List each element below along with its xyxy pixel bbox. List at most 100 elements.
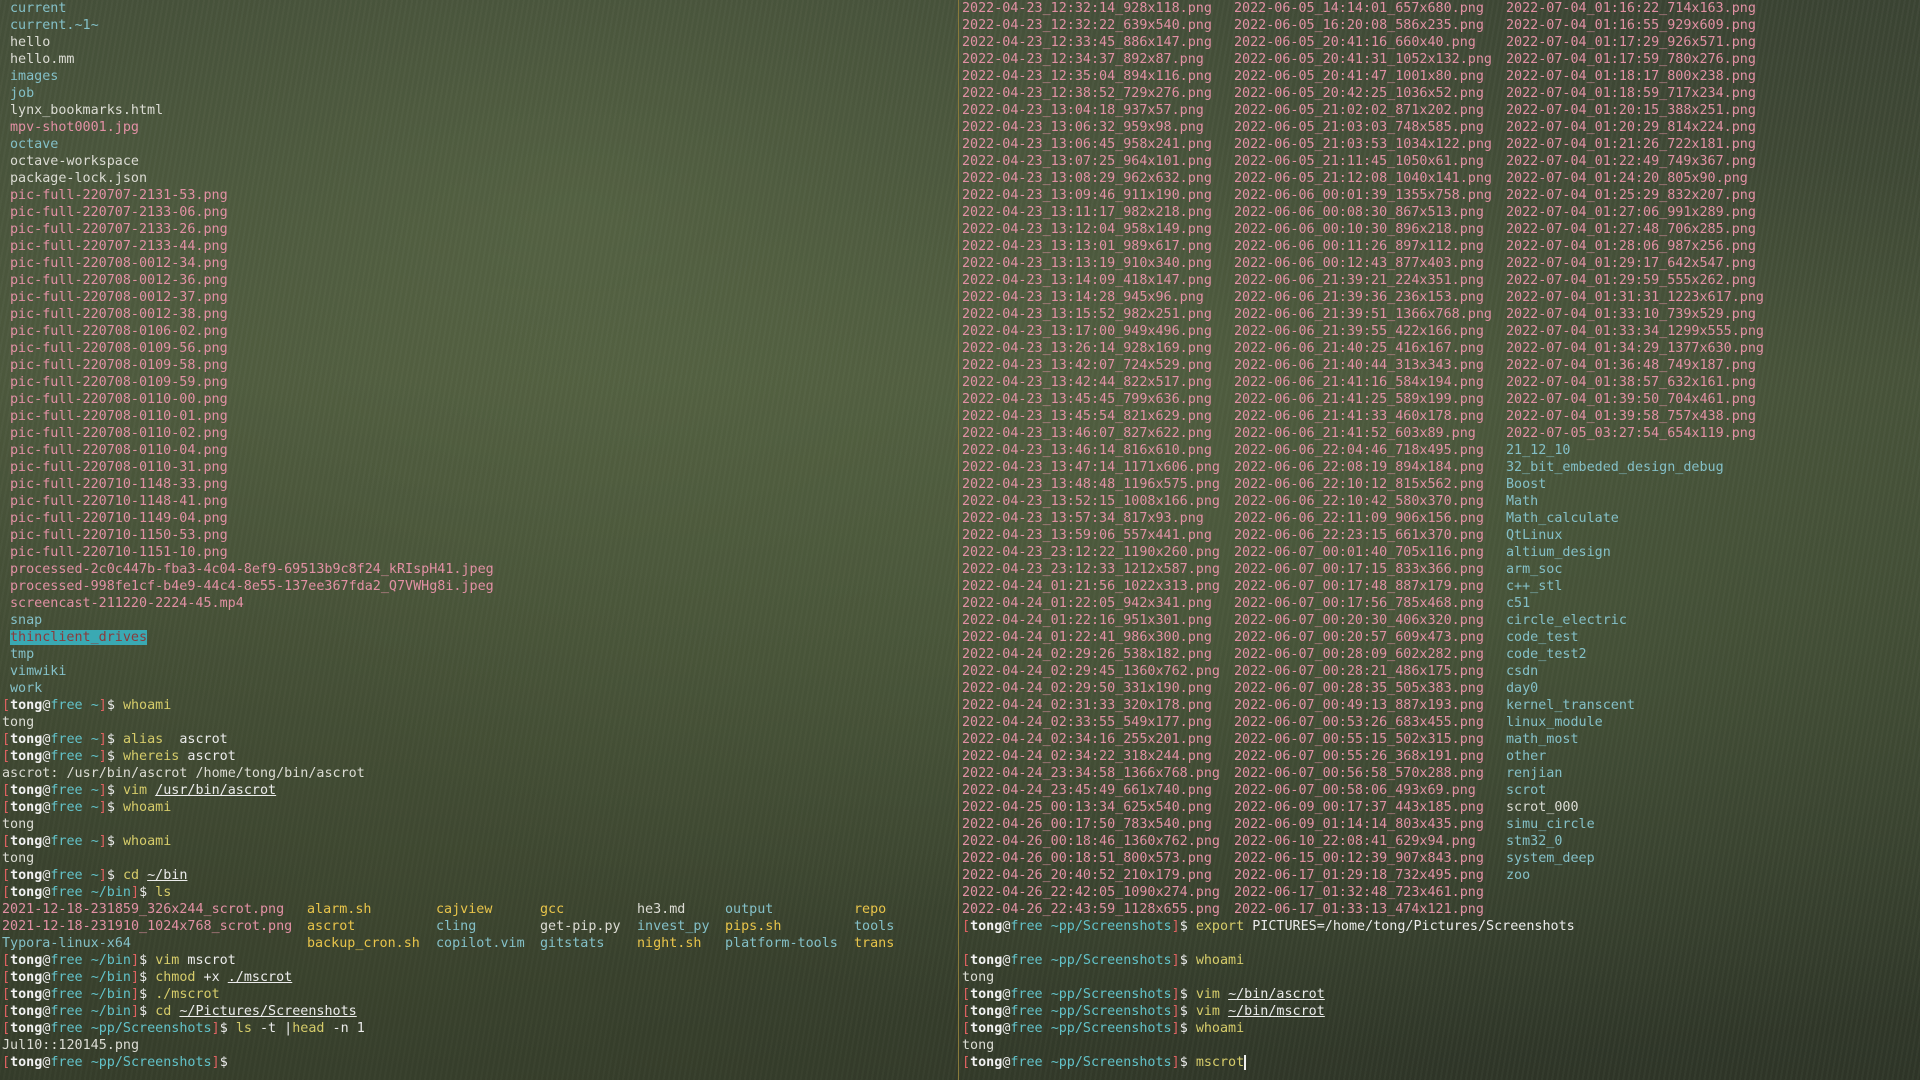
list-item: 2022-07-04_01:27:06_991x289.png bbox=[1506, 204, 1778, 221]
command-token: cd bbox=[122, 868, 140, 883]
command-token: chmod bbox=[155, 970, 196, 985]
prompt-open-bracket: [ bbox=[2, 732, 11, 747]
prompt-host: free bbox=[50, 987, 83, 1002]
prompt-close-bracket: ] bbox=[98, 783, 107, 798]
list-item: 2022-06-06_22:04:46_718x495.png bbox=[1234, 442, 1506, 459]
list-item: pic-full-220710-1149-04.png bbox=[2, 510, 957, 527]
list-item: 2022-07-04_01:33:34_1299x555.png bbox=[1506, 323, 1778, 340]
left-terminal-pane[interactable]: current current.~1~ hello hello.mm images job… bbox=[0, 0, 957, 1080]
command-token: whoami bbox=[122, 698, 172, 713]
list-item: current bbox=[2, 0, 957, 17]
list-item: 2022-04-26_00:17:50_783x540.png bbox=[962, 816, 1234, 833]
list-item: 2022-04-23_12:32:22_639x540.png bbox=[962, 17, 1234, 34]
file-entry: pic-full-220710-1150-53.png bbox=[10, 528, 228, 543]
list-item: mpv-shot0001.jpg bbox=[2, 119, 957, 136]
list-item: 2022-07-04_01:20:15_388x251.png bbox=[1506, 102, 1778, 119]
file-entry: 2022-07-04_01:36:48_749x187.png bbox=[1506, 358, 1756, 373]
file-entry: 2022-04-26_22:43:59_1128x655.png bbox=[962, 902, 1220, 917]
file-entry: 2022-07-04_01:31:31_1223x617.png bbox=[1506, 290, 1764, 305]
file-entry: code_test2 bbox=[1506, 647, 1587, 662]
file-entry: backup_cron.sh bbox=[307, 936, 420, 951]
right-terminal-pane[interactable]: 2022-04-23_12:32:14_928x118.png 2022-04-2… bbox=[958, 0, 1920, 1080]
left-shell-session-1: [tong@free ~]$ whoami tong [tong@free ~]$ … bbox=[2, 697, 957, 901]
file-entry: current bbox=[10, 1, 67, 16]
list-item: 2022-06-05_21:02:02_871x202.png bbox=[1234, 102, 1506, 119]
file-entry: 2022-04-26_20:40:52_210x179.png bbox=[962, 868, 1212, 883]
file-entry: cajview bbox=[436, 902, 493, 917]
command-token: ls bbox=[235, 1021, 252, 1036]
list-item: 2022-07-04_01:17:59_780x276.png bbox=[1506, 51, 1778, 68]
file-entry: 2022-06-09_01:14:14_803x435.png bbox=[1234, 817, 1484, 832]
command-token: mscrot bbox=[179, 953, 236, 968]
list-item: octave bbox=[2, 136, 957, 153]
file-entry: lynx_bookmarks.html bbox=[10, 103, 164, 118]
list-item: 2022-07-04_01:22:49_749x367.png bbox=[1506, 153, 1778, 170]
list-item: 2022-06-06_22:08:19_894x184.png bbox=[1234, 459, 1506, 476]
command-token: +x bbox=[195, 970, 228, 985]
command-output: tong bbox=[2, 715, 35, 730]
list-item: 2022-04-23_12:32:14_928x118.png bbox=[962, 0, 1234, 17]
prompt-dollar: $ bbox=[106, 698, 123, 713]
file-entry: 2022-04-24_23:45:49_661x740.png bbox=[962, 783, 1212, 798]
list-item: Math bbox=[1506, 493, 1778, 510]
command-token: ls bbox=[155, 885, 172, 900]
command-token: ~/bin/ascrot bbox=[1228, 987, 1325, 1002]
file-entry: 2022-06-07_00:55:26_368x191.png bbox=[1234, 749, 1484, 764]
list-item: 2022-04-26_00:18:51_800x573.png bbox=[962, 850, 1234, 867]
file-entry: 2022-04-23_13:13:01_989x617.png bbox=[962, 239, 1212, 254]
list-item: 2022-04-23_13:04:18_937x57.png bbox=[962, 102, 1234, 119]
file-entry: 2022-06-06_22:11:09_906x156.png bbox=[1234, 511, 1484, 526]
file-entry: invest_py bbox=[637, 919, 710, 934]
prompt-user: tong bbox=[10, 953, 43, 968]
file-entry: pic-full-220710-1148-41.png bbox=[10, 494, 228, 509]
file-entry: 2022-07-04_01:20:15_388x251.png bbox=[1506, 103, 1756, 118]
file-entry: 2022-06-07_00:28:21_486x175.png bbox=[1234, 664, 1484, 679]
list-item: 2022-06-07_00:28:21_486x175.png bbox=[1234, 663, 1506, 680]
list-item: scrot bbox=[1506, 782, 1778, 799]
list-item: QtLinux bbox=[1506, 527, 1778, 544]
file-entry: 2022-04-23_12:32:22_639x540.png bbox=[962, 18, 1212, 33]
file-entry: snap bbox=[10, 613, 43, 628]
list-item: zoo bbox=[1506, 867, 1778, 884]
list-item: 2022-04-23_13:57:34_817x93.png bbox=[962, 510, 1234, 527]
list-item: 2022-04-26_00:18:46_1360x762.png bbox=[962, 833, 1234, 850]
file-entry: hello bbox=[10, 35, 51, 50]
command-token: whoami bbox=[122, 800, 172, 815]
list-item: 2022-07-04_01:33:10_739x529.png bbox=[1506, 306, 1778, 323]
prompt-line: [tong@free ~pp/Screenshots]$ whoami bbox=[962, 1020, 1920, 1037]
list-item: pic-full-220708-0012-38.png bbox=[2, 306, 957, 323]
list-item: 2022-04-24_02:34:22_318x244.png bbox=[962, 748, 1234, 765]
prompt-host: free bbox=[50, 732, 83, 747]
list-item: pic-full-220707-2133-26.png bbox=[2, 221, 957, 238]
file-entry: 2022-07-04_01:24:20_805x90.png bbox=[1506, 171, 1748, 186]
list-item: 2022-04-23_13:48:48_1196x575.png bbox=[962, 476, 1234, 493]
prompt-user: tong bbox=[10, 970, 43, 985]
list-item: 2022-06-07_00:28:35_505x383.png bbox=[1234, 680, 1506, 697]
file-entry: 2022-07-04_01:25:29_832x207.png bbox=[1506, 188, 1756, 203]
list-item: 2022-06-07_00:28:09_602x282.png bbox=[1234, 646, 1506, 663]
file-entry: pic-full-220708-0110-04.png bbox=[10, 443, 228, 458]
file-entry: 2022-06-06_21:40:25_416x167.png bbox=[1234, 341, 1484, 356]
list-item: pic-full-220710-1151-10.png bbox=[2, 544, 957, 561]
list-item: pic-full-220708-0109-56.png bbox=[2, 340, 957, 357]
file-entry: mpv-shot0001.jpg bbox=[10, 120, 139, 135]
file-entry: 2022-06-05_21:03:53_1034x122.png bbox=[1234, 137, 1492, 152]
prompt-line: [tong@free ~]$ whoami bbox=[2, 833, 957, 850]
list-item: 2022-04-23_13:13:01_989x617.png bbox=[962, 238, 1234, 255]
file-entry: simu_circle bbox=[1506, 817, 1595, 832]
ls-column-1: 2022-04-23_12:32:14_928x118.png 2022-04-2… bbox=[962, 0, 1234, 918]
file-entry: 2022-07-04_01:20:29_814x224.png bbox=[1506, 120, 1756, 135]
file-entry: 2022-04-23_12:35:04_894x116.png bbox=[962, 69, 1212, 84]
list-item: 2022-07-04_01:29:59_555x262.png bbox=[1506, 272, 1778, 289]
file-entry: other bbox=[1506, 749, 1547, 764]
file-entry: pic-full-220710-1151-10.png bbox=[10, 545, 228, 560]
prompt-open-bracket: [ bbox=[2, 1004, 11, 1019]
prompt-cwd: ~/bin bbox=[90, 953, 131, 968]
file-entry: 2022-04-23_13:46:07_827x622.png bbox=[962, 426, 1212, 441]
